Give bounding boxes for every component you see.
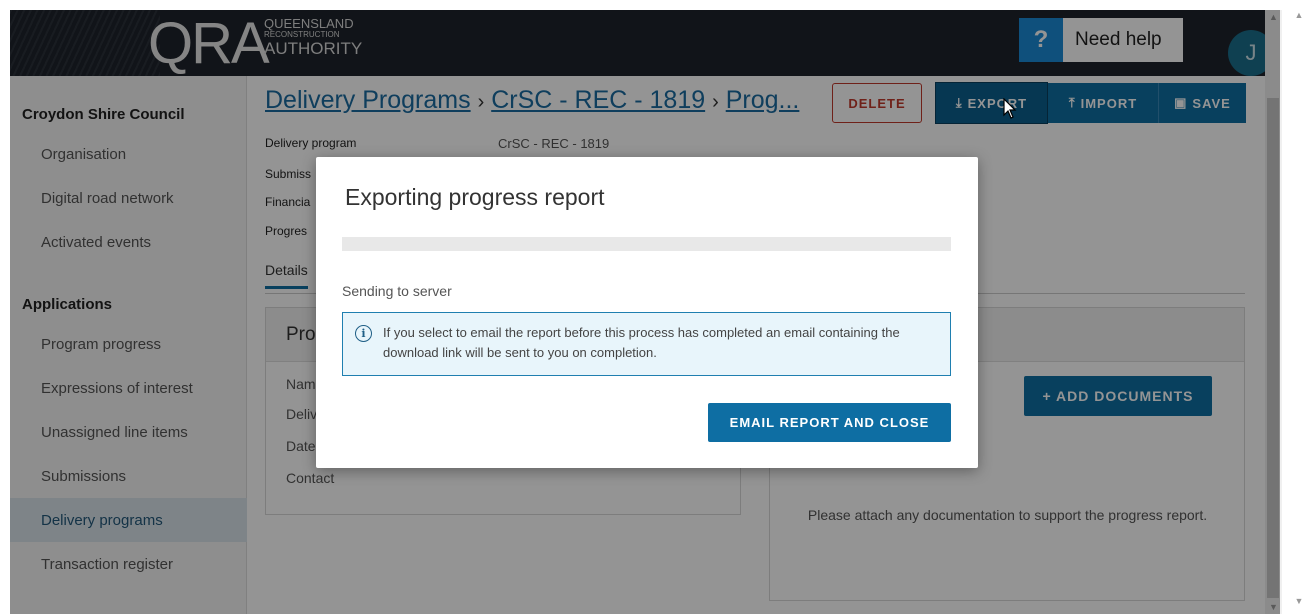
export-status: Sending to server	[342, 283, 452, 299]
export-progress-bar	[342, 237, 951, 251]
email-report-and-close-button[interactable]: EMAIL REPORT AND CLOSE	[708, 403, 951, 442]
info-text: If you select to email the report before…	[383, 325, 900, 360]
mouse-cursor-icon	[1003, 98, 1017, 119]
info-message: i If you select to email the report befo…	[342, 312, 951, 376]
dialog-title: Exporting progress report	[345, 184, 605, 210]
export-dialog: Exporting progress report Sending to ser…	[316, 157, 978, 468]
info-icon: i	[355, 325, 372, 342]
window-scroll-up-icon[interactable]: ▲	[1290, 10, 1308, 20]
window-scroll-down-icon[interactable]: ▼	[1290, 596, 1308, 606]
